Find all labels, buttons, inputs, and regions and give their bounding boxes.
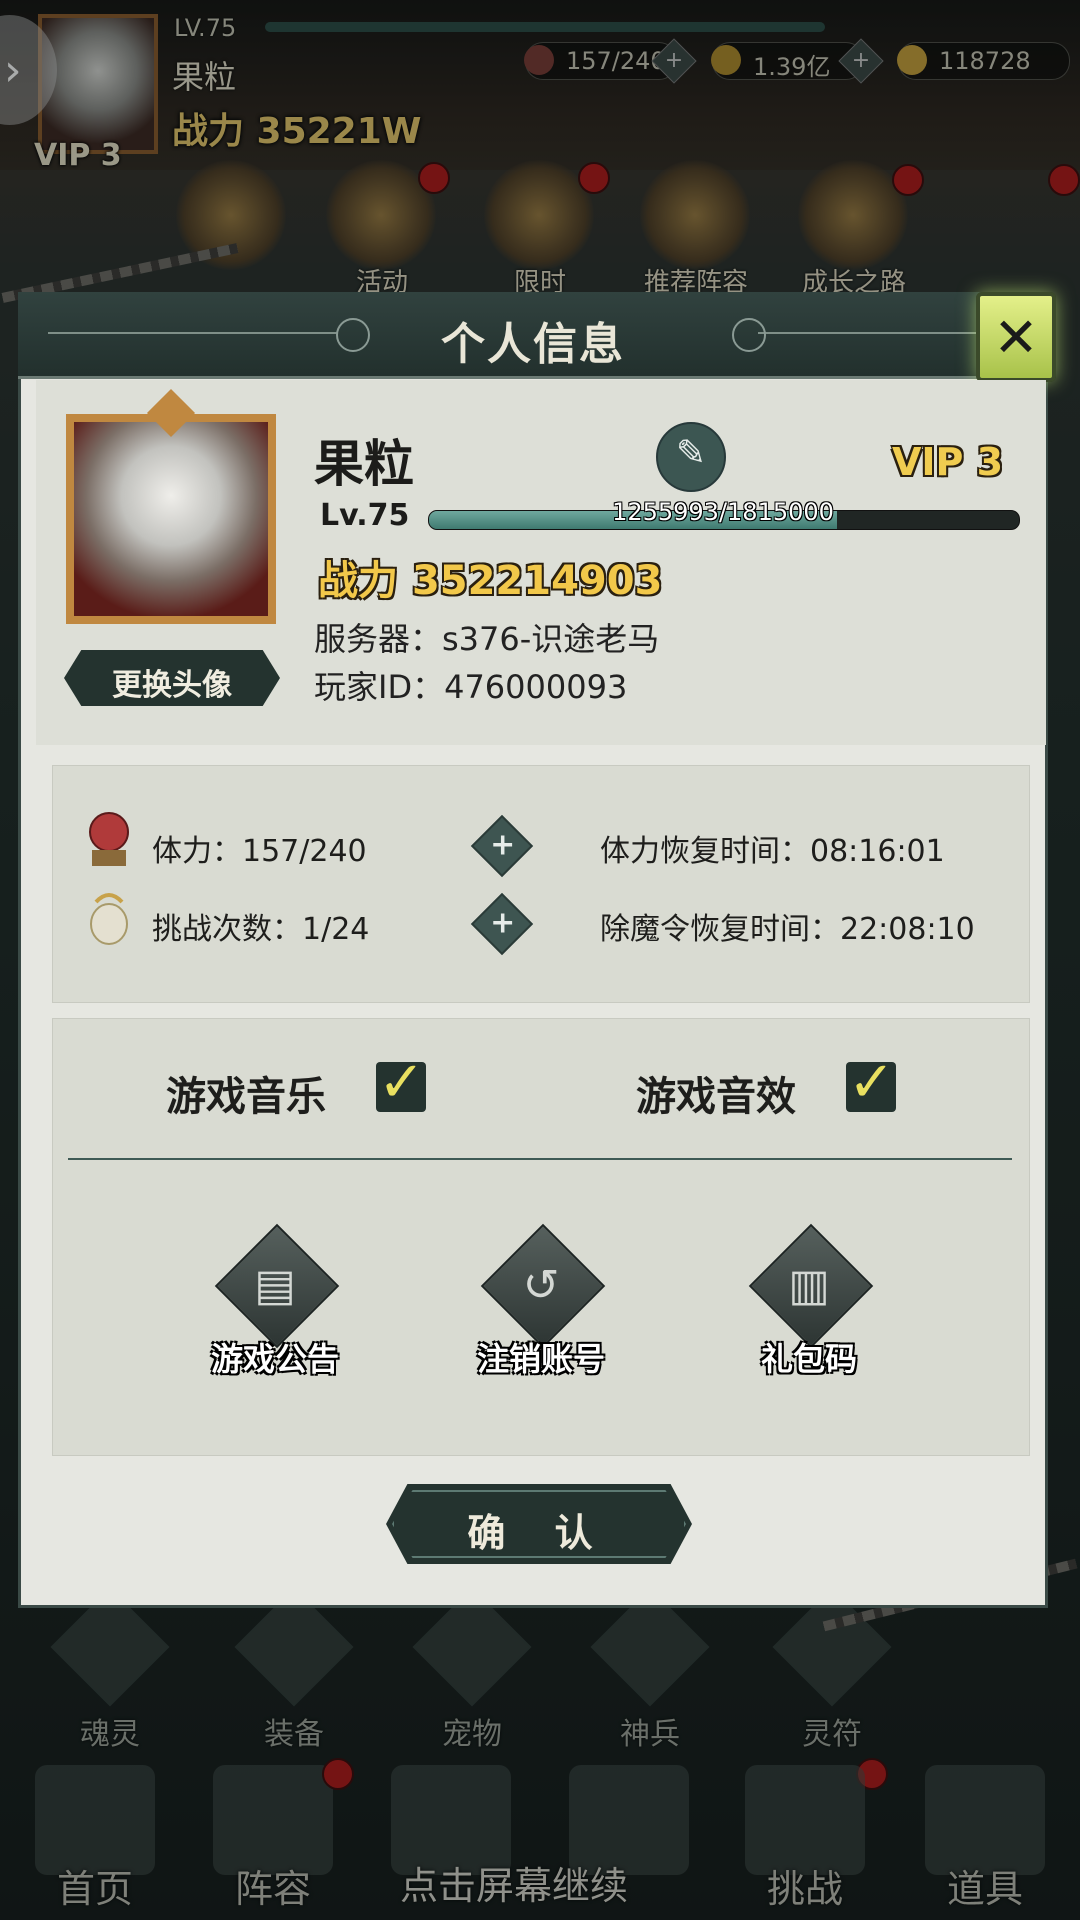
pencil-icon: ✎ — [675, 433, 707, 474]
server-info: 服务器：s376-识途老马 — [314, 620, 660, 658]
stamina-text: 体力：157/240 — [152, 834, 367, 869]
gift-code-label: 礼包码 — [760, 1340, 857, 1378]
music-checkbox[interactable]: ✓ — [376, 1050, 426, 1115]
exp-progress-text: 1255993/1815000 — [612, 498, 834, 526]
player-id: 玩家ID：476000093 — [314, 668, 628, 706]
token-recover-time: 除魔令恢复时间：22:08:10 — [600, 912, 975, 947]
sound-label: 游戏音效 — [636, 1074, 796, 1120]
refresh-icon: ↺ — [522, 1260, 560, 1311]
close-icon: ✕ — [993, 306, 1039, 369]
power-value: 352214903 — [411, 558, 663, 604]
stats-panel — [52, 765, 1030, 1003]
logout-label: 注销账号 — [476, 1340, 605, 1378]
gift-code-button[interactable]: ▥ 礼包码 — [712, 1223, 912, 1382]
notice-board-icon: ▤ — [254, 1260, 296, 1311]
change-avatar-button[interactable]: 更换头像 — [64, 650, 280, 706]
document-icon: ▥ — [788, 1260, 830, 1311]
checkmark-icon: ✓ — [848, 1050, 895, 1115]
power-label: 战力 — [318, 558, 398, 604]
announcement-button[interactable]: ▤ 游戏公告 — [178, 1223, 378, 1382]
dialog-title: 个人信息 — [441, 319, 625, 370]
vip-level: VIP 3 — [892, 440, 1004, 484]
music-label: 游戏音乐 — [166, 1074, 326, 1120]
combat-power: 战力 352214903 — [318, 548, 662, 606]
avatar[interactable] — [66, 414, 276, 624]
confirm-button-border — [392, 1490, 686, 1558]
stamina-orb-icon — [84, 810, 134, 870]
challenge-count: 挑战次数：1/24 — [152, 912, 370, 947]
sound-checkbox[interactable]: ✓ — [846, 1050, 896, 1115]
player-name: 果粒 — [314, 435, 414, 493]
checkmark-icon: ✓ — [378, 1050, 425, 1115]
dialog-header: 个人信息 — [18, 292, 1048, 379]
announcement-label: 游戏公告 — [210, 1340, 339, 1378]
challenge-token-icon — [84, 888, 134, 948]
edit-name-button[interactable]: ✎ — [656, 422, 726, 492]
logout-button[interactable]: ↺ 注销账号 — [444, 1223, 644, 1382]
divider — [68, 1158, 1012, 1160]
change-avatar-label: 更换头像 — [112, 668, 232, 703]
stamina-recover-time: 体力恢复时间：08:16:01 — [600, 834, 945, 869]
close-button[interactable]: ✕ — [976, 292, 1056, 382]
player-level: Lv.75 — [320, 498, 410, 533]
